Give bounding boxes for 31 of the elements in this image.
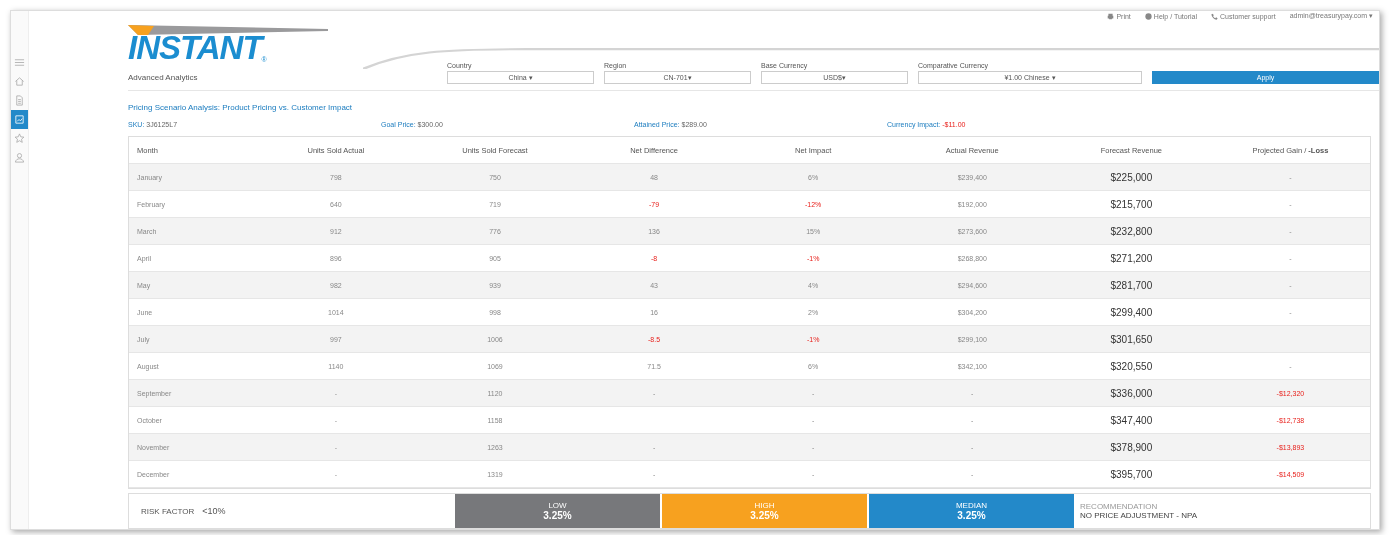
table-cell: $320,550	[1110, 360, 1153, 372]
risk-level-tile: HIGH 3.25%	[662, 494, 867, 528]
print-icon	[1107, 12, 1115, 20]
table-cell: $299,400	[1110, 306, 1153, 318]
table-cell: $271,200	[1110, 252, 1153, 264]
star-icon	[14, 133, 25, 144]
risk-level-tile: LOW 3.25%	[455, 494, 660, 528]
risk-level-tile: MEDIAN 3.25%	[869, 494, 1074, 528]
table-cell: $347,400	[1110, 414, 1153, 426]
risk-label: RISK FACTOR	[141, 506, 195, 516]
chart-document-icon	[14, 114, 25, 125]
table-cell: $378,900	[1110, 441, 1153, 453]
table-cell: $395,700	[1110, 468, 1153, 480]
table-cell: $232,800	[1110, 225, 1153, 237]
help-icon	[1144, 12, 1152, 20]
table-cell: $301,650	[1110, 333, 1153, 345]
risk-value: <10%	[202, 506, 226, 517]
phone-icon	[1211, 12, 1218, 20]
analysis-title: Pricing Scenario Analysis: Product Pricing vs. Customer Impact	[128, 103, 354, 113]
document-icon	[14, 95, 25, 106]
table-cell: $336,000	[1110, 387, 1153, 399]
page-title: Advanced Analytics	[128, 73, 199, 85]
user-icon	[14, 152, 25, 163]
sidebar-item[interactable]	[11, 110, 28, 129]
table-cell: $281,700	[1110, 279, 1153, 291]
table-cell: $215,700	[1110, 198, 1153, 210]
home-icon	[14, 76, 25, 87]
menu-icon	[14, 57, 25, 68]
recommendation: NO PRICE ADJUSTMENT - NPA	[1080, 511, 1198, 521]
recommendation-label: RECOMMENDATION	[1080, 502, 1159, 512]
table-cell: $225,000	[1110, 171, 1153, 183]
